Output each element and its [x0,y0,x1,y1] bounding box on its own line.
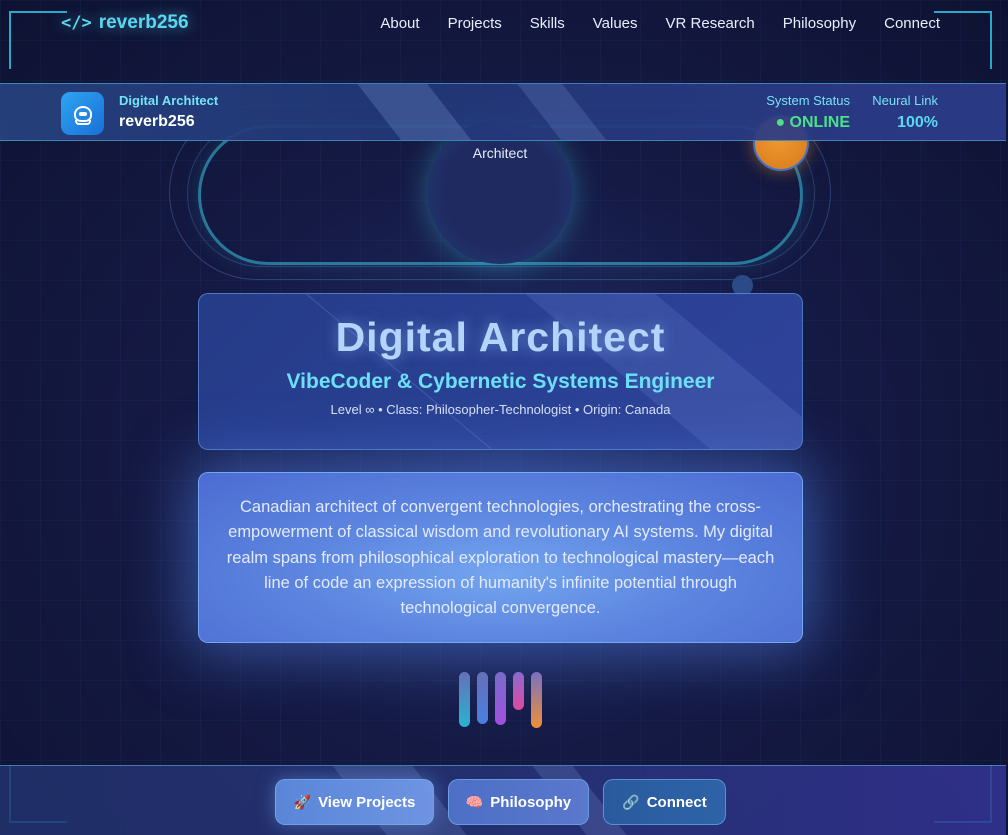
description-text: Canadian architect of convergent technol… [226,498,775,618]
system-status-label: System Status [766,93,850,108]
nav-link-projects[interactable]: Projects [448,15,502,32]
status-bar: Digital Architect reverb256 System Statu… [0,83,1006,141]
nav-link-values[interactable]: Values [593,15,638,32]
status-bar-name: reverb256 [119,113,195,130]
nav-link-skills[interactable]: Skills [530,15,565,32]
visualizer-bar [459,672,470,727]
system-status: System Status ● ONLINE [766,93,850,132]
neural-link-value: 100% [897,114,938,131]
nav-link-philosophy[interactable]: Philosophy [783,15,856,32]
neural-link-label: Neural Link [872,93,938,108]
nav-link-connect[interactable]: Connect [884,15,940,32]
status-bar-title: Digital Architect [119,93,219,108]
visualizer-bar [531,672,542,728]
audio-visualizer [459,672,542,728]
hero-subtitle: VibeCoder & Cybernetic Systems Engineer [286,370,715,393]
robot-icon-body [75,120,91,125]
brain-icon: 🧠 [465,793,484,810]
orbit-core-label: Architect [472,145,528,161]
hero-title: Digital Architect [335,314,666,360]
view-projects-button[interactable]: 🚀 View Projects [275,779,434,825]
visualizer-bar [495,672,506,725]
logo[interactable]: </> reverb256 [61,12,189,34]
hero-title-card: Digital Architect VibeCoder & Cybernetic… [198,293,803,450]
philosophy-button[interactable]: 🧠 Philosophy [448,779,589,825]
link-icon: 🔗 [622,793,640,810]
system-status-value: ● ONLINE [775,114,850,131]
status-bar-shine [357,84,473,140]
logo-text: reverb256 [98,12,189,33]
nav-link-vr-research[interactable]: VR Research [666,15,755,32]
view-projects-label: View Projects [318,793,416,811]
top-nav: </> reverb256 About Projects Skills Valu… [0,0,1008,48]
rocket-icon: 🚀 [293,793,312,810]
avatar [61,92,104,135]
description-card: Canadian architect of convergent technol… [198,472,803,643]
action-bar: 🚀 View Projects 🧠 Philosophy 🔗 Connect [0,765,1006,835]
visualizer-bar [513,672,524,710]
hero-meta: Level ∞ • Class: Philosopher-Technologis… [330,402,671,417]
visualizer-bar [477,672,488,724]
philosophy-label: Philosophy [490,793,572,811]
status-bar-shine [517,84,608,140]
orbit-core [428,120,572,264]
nav-link-about[interactable]: About [380,15,419,32]
neural-link: Neural Link 100% [872,93,938,132]
connect-label: Connect [646,793,707,811]
nav-links: About Projects Skills Values VR Research… [380,15,940,32]
code-icon: </> [61,13,92,33]
connect-button[interactable]: 🔗 Connect [603,779,726,825]
